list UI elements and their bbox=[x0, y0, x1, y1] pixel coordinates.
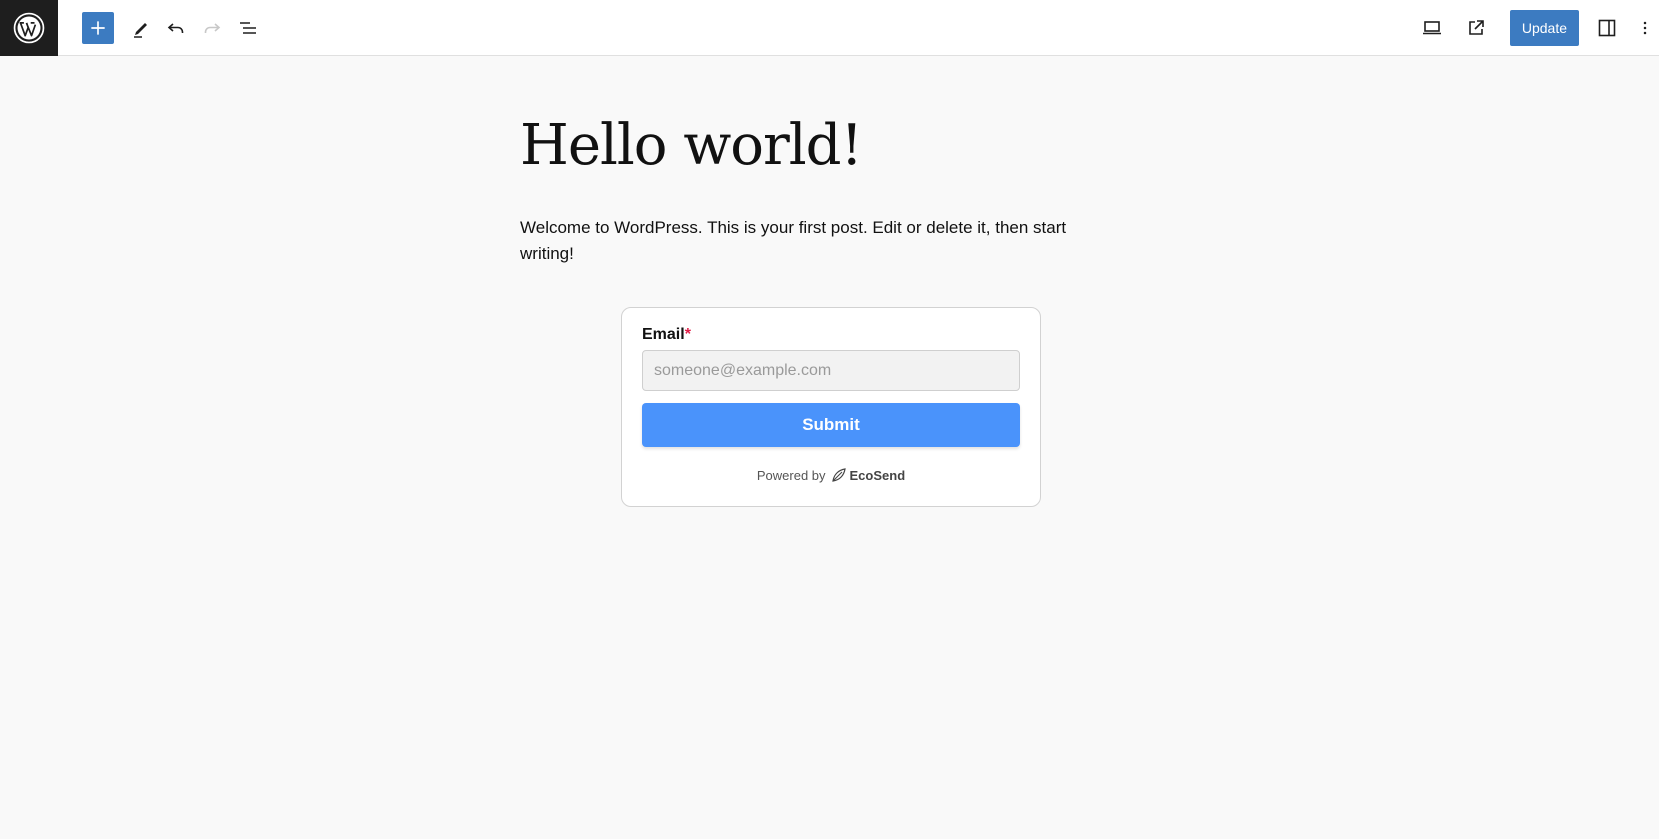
powered-by-text: Powered by bbox=[756, 467, 826, 483]
options-button[interactable] bbox=[1635, 12, 1655, 44]
update-button[interactable]: Update bbox=[1509, 10, 1579, 46]
email-label: Email* bbox=[642, 326, 1020, 344]
sidebar-toggle-icon bbox=[1598, 19, 1616, 37]
editor-canvas: Hello world! Welcome to WordPress. This … bbox=[0, 57, 1659, 839]
list-view-icon bbox=[240, 21, 256, 34]
external-link-icon bbox=[1469, 20, 1484, 35]
wordpress-logo-button[interactable] bbox=[0, 0, 58, 56]
more-vertical-icon bbox=[1643, 21, 1647, 35]
wordpress-logo-icon bbox=[13, 12, 45, 43]
undo-icon bbox=[167, 22, 184, 33]
required-asterisk: * bbox=[684, 326, 691, 343]
brand-name: EcoSend bbox=[849, 467, 906, 483]
redo-icon bbox=[204, 22, 221, 33]
plus-icon bbox=[91, 20, 105, 35]
post-paragraph[interactable]: Welcome to WordPress. This is your first… bbox=[520, 215, 1120, 267]
undo-button[interactable] bbox=[160, 12, 192, 44]
preview-button[interactable] bbox=[1416, 12, 1448, 44]
submit-button[interactable]: Submit bbox=[642, 403, 1020, 447]
pencil-icon bbox=[134, 22, 147, 38]
editor-top-toolbar: Update bbox=[0, 0, 1659, 56]
email-label-text: Email bbox=[642, 326, 685, 343]
email-field[interactable] bbox=[642, 350, 1020, 391]
leaf-icon bbox=[831, 468, 846, 482]
desktop-icon bbox=[1422, 21, 1441, 35]
tools-button[interactable] bbox=[124, 12, 156, 44]
post-title[interactable]: Hello world! bbox=[520, 113, 863, 178]
view-post-button[interactable] bbox=[1460, 12, 1492, 44]
powered-by: Powered by EcoSend bbox=[642, 467, 1020, 483]
ecosend-brand[interactable]: EcoSend bbox=[831, 467, 906, 483]
signup-form: Email* Submit Powered by EcoSend bbox=[621, 307, 1041, 507]
add-block-button[interactable] bbox=[82, 11, 114, 44]
redo-button[interactable] bbox=[196, 12, 228, 44]
settings-button[interactable] bbox=[1591, 12, 1623, 44]
document-overview-button[interactable] bbox=[232, 12, 264, 44]
